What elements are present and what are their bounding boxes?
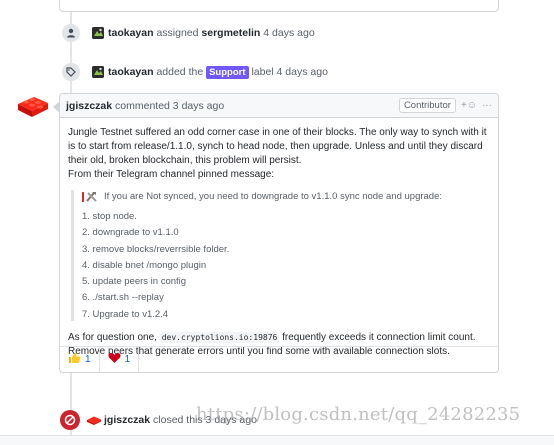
list-item: 2. downgrade to v1.1.0 [82, 227, 179, 239]
labeled-verb: added the [156, 65, 204, 78]
list-item: 3. remove blocks/reverrsible folder. [82, 243, 230, 255]
thumbs-up-count: 1 [85, 354, 91, 365]
person-icon [62, 24, 80, 42]
labeled-event: taokayan added the Support label 4 days … [62, 61, 328, 83]
list-item: 7. Upgrade to v1.2.4 [82, 308, 169, 320]
jgiszczak-avatar[interactable] [16, 92, 50, 118]
peer-address-code: dev.cryptolions.io:19876 [159, 331, 280, 343]
comment-author-link[interactable]: jgiszczak [66, 100, 112, 112]
circle-slash-icon [60, 410, 80, 430]
heart-icon [108, 352, 121, 367]
assigned-time[interactable]: 4 days ago [263, 27, 314, 39]
list-item: 1. stop node. [82, 211, 137, 222]
blockquote: If you are Not synced, you need to downg… [71, 190, 490, 321]
answer-prefix: As for question one, [68, 331, 157, 343]
comment-timestamp[interactable]: commented 3 days ago [115, 100, 224, 112]
watermark: https://blog.csdn.net/qq_24282235 [196, 404, 521, 425]
contributor-badge: Contributor [398, 98, 456, 113]
labeled-suffix: label 4 days ago [251, 65, 328, 78]
thumbs-up-icon [68, 352, 81, 367]
comment-box: jgiszczak commented 3 days ago Contribut… [53, 93, 499, 373]
jgiszczak-small-avatar[interactable] [86, 415, 102, 425]
tag-icon [62, 63, 80, 81]
taokayan-avatar[interactable] [92, 27, 104, 39]
bottom-divider [0, 435, 554, 445]
actor-link[interactable]: taokayan [108, 66, 154, 78]
reactions-bar: 1 1 [60, 346, 498, 372]
comment-paragraph-2: From their Telegram channel pinned messa… [68, 169, 275, 180]
heart-reaction[interactable]: 1 [100, 347, 140, 372]
hammer-and-wrench-icon [82, 191, 100, 203]
kebab-horizontal-icon[interactable]: ··· [482, 100, 492, 111]
comment-header: jgiszczak commented 3 days ago Contribut… [60, 94, 498, 118]
quote-intro: If you are Not synced, you need to downg… [82, 190, 490, 204]
comment-text: Jungle Testnet suffered an odd corner ca… [68, 126, 490, 182]
actor-link[interactable]: jgiszczak [104, 414, 150, 426]
assigned-verb: assigned [156, 27, 199, 39]
list-item: 4. disable bnet /mongo plugin [82, 259, 207, 271]
quote-intro-text: If you are Not synced, you need to downg… [104, 191, 443, 202]
heart-count: 1 [124, 354, 131, 365]
thumbs-up-reaction[interactable]: 1 [60, 347, 100, 372]
assigned-text: taokayan assigned sergmetelin 4 days ago [108, 27, 315, 39]
list-item: 6. ./start.sh --replay [82, 292, 164, 304]
labeled-text: taokayan added the Support label 4 days … [108, 65, 328, 79]
previous-comment-box [59, 0, 499, 12]
comment-header-actions: Contributor +☺ ··· [398, 98, 492, 113]
assignee-link[interactable]: sergmetelin [201, 27, 260, 39]
list-item: 5. update peers in config [82, 276, 187, 288]
support-label[interactable]: Support [206, 65, 249, 79]
assigned-event: taokayan assigned sergmetelin 4 days ago [62, 22, 315, 44]
taokayan-avatar[interactable] [92, 66, 104, 78]
comment-paragraph-1: Jungle Testnet suffered an odd corner ca… [68, 127, 487, 166]
actor-link[interactable]: taokayan [108, 27, 154, 39]
upgrade-steps-list: 1. stop node. 2. downgrade to v1.1.0 3. … [82, 210, 490, 321]
smiley-plus-icon[interactable]: +☺ [461, 100, 477, 111]
comment-body: Jungle Testnet suffered an odd corner ca… [60, 118, 498, 359]
